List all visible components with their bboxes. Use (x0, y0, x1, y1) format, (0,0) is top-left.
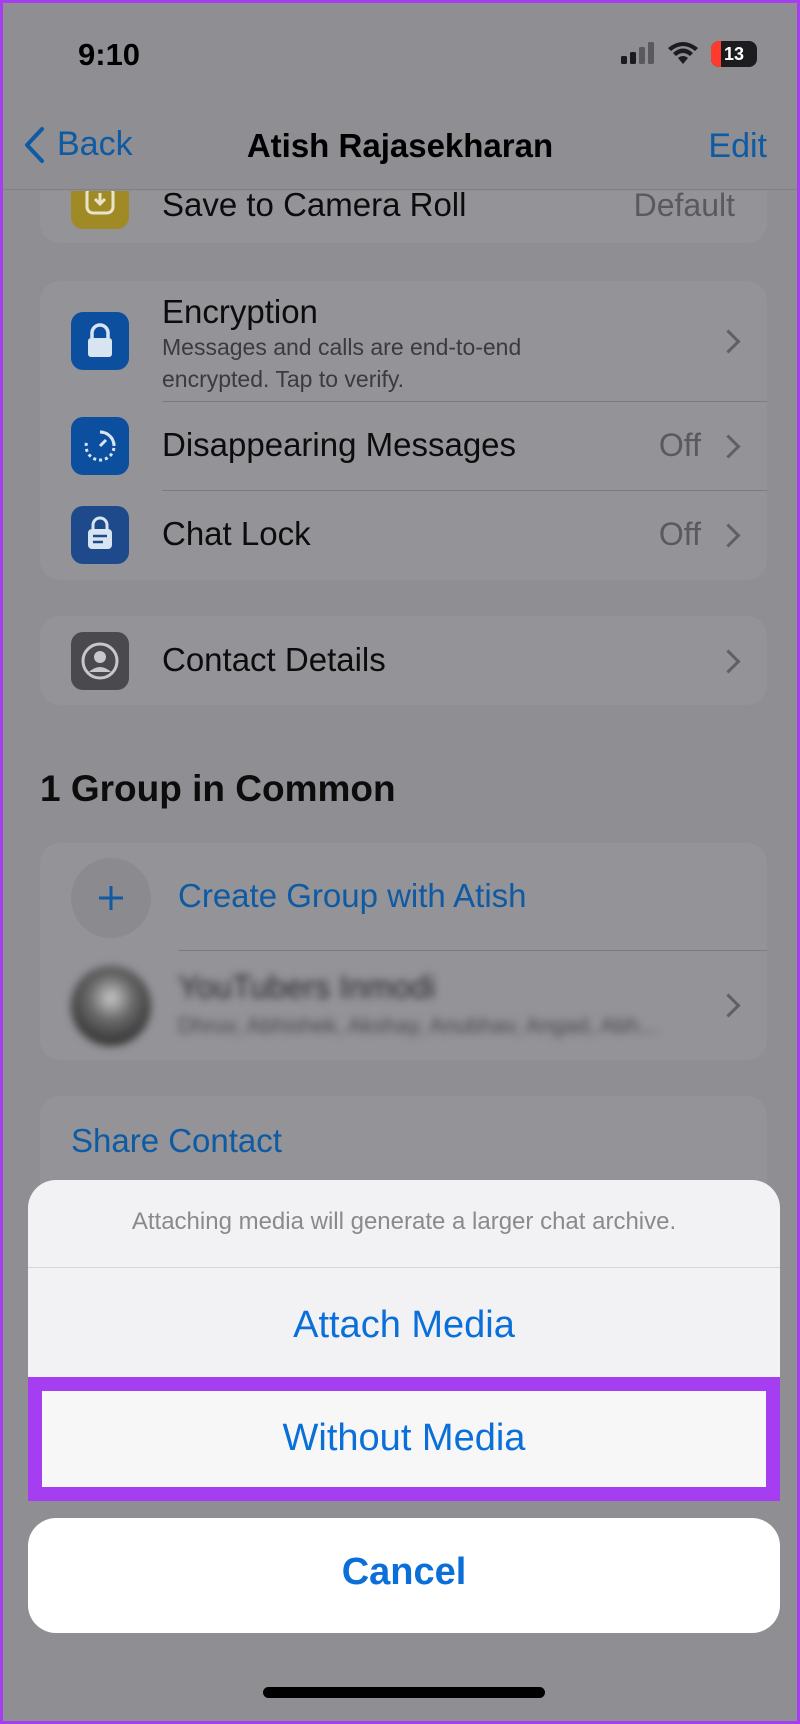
group-row[interactable]: YouTubers Inmodi Dhruv, Abhishek, Akshay… (40, 951, 767, 1060)
group-members: Dhruv, Abhishek, Akshay, Anubhav, Angad,… (178, 1013, 658, 1038)
encryption-subtitle-line1: Messages and calls are end-to-end (162, 334, 522, 360)
cellular-signal-icon (621, 42, 654, 64)
encryption-title: Encryption (162, 293, 318, 330)
group-name: YouTubers Inmodi (178, 969, 436, 1005)
contact-details-row[interactable]: Contact Details (40, 616, 767, 705)
attach-media-button[interactable]: Attach Media (28, 1304, 780, 1347)
save-download-icon (71, 191, 129, 229)
chevron-right-icon (716, 434, 741, 459)
cancel-label: Cancel (341, 1551, 467, 1593)
chevron-right-icon (716, 329, 741, 354)
cancel-button[interactable]: Cancel (28, 1518, 780, 1633)
create-group-row[interactable]: Create Group with Atish (40, 843, 767, 950)
save-to-camera-roll-row[interactable]: Save to Camera Roll Default (40, 191, 767, 243)
row-title: Save to Camera Roll (162, 191, 467, 223)
chevron-right-icon (716, 649, 741, 674)
disappearing-messages-title: Disappearing Messages (162, 426, 517, 463)
status-time: 9:10 (78, 37, 141, 72)
navigation-bar: Back Atish Rajasekharan Edit (3, 103, 797, 190)
edit-button[interactable]: Edit (708, 127, 767, 166)
encryption-subtitle-line2: encrypted. Tap to verify. (162, 366, 405, 392)
row-value: Default (633, 191, 735, 223)
home-indicator (263, 1687, 545, 1698)
encryption-row[interactable]: Encryption Messages and calls are end-to… (40, 281, 767, 401)
chat-lock-title: Chat Lock (162, 515, 311, 552)
chevron-right-icon (716, 523, 741, 548)
disappearing-messages-value: Off (658, 427, 701, 463)
without-media-label: Without Media (282, 1417, 526, 1459)
action-sheet-message: Attaching media will generate a larger c… (131, 1208, 677, 1235)
status-icons: 13 (621, 41, 757, 67)
divider (28, 1267, 780, 1268)
page-title: Atish Rajasekharan (246, 127, 554, 164)
contact-person-icon (71, 632, 129, 690)
contact-info-screen: 9:10 13 Back Atish Rajasekharan Edit Sav… (3, 3, 797, 1721)
screenshot-frame: 9:10 13 Back Atish Rajasekharan Edit Sav… (0, 0, 800, 1724)
chat-lock-value: Off (658, 516, 701, 552)
groups-section-title: 1 Group in Common (40, 768, 396, 809)
action-sheet: Attaching media will generate a larger c… (28, 1180, 780, 1390)
contact-details-card: Contact Details (40, 616, 767, 705)
battery-level: 13 (723, 43, 745, 64)
chat-lock-icon (71, 506, 129, 564)
groups-card: Create Group with Atish YouTubers Inmodi… (40, 843, 767, 1060)
contact-details-title: Contact Details (162, 641, 386, 678)
timer-icon (71, 417, 129, 475)
without-media-button[interactable]: Without Media (28, 1377, 780, 1501)
create-group-label: Create Group with Atish (178, 877, 527, 914)
chevron-right-icon (716, 993, 741, 1018)
plus-icon (71, 858, 151, 938)
group-avatar (71, 966, 151, 1046)
chat-lock-row[interactable]: Chat Lock Off (40, 491, 767, 580)
wifi-icon (668, 42, 698, 64)
lock-icon (71, 312, 129, 370)
battery-icon: 13 (711, 41, 757, 67)
disappearing-messages-row[interactable]: Disappearing Messages Off (40, 402, 767, 490)
share-contact-button[interactable]: Share Contact (71, 1122, 282, 1160)
media-settings-card: Save to Camera Roll Default (40, 191, 767, 243)
privacy-card: Encryption Messages and calls are end-to… (40, 281, 767, 580)
